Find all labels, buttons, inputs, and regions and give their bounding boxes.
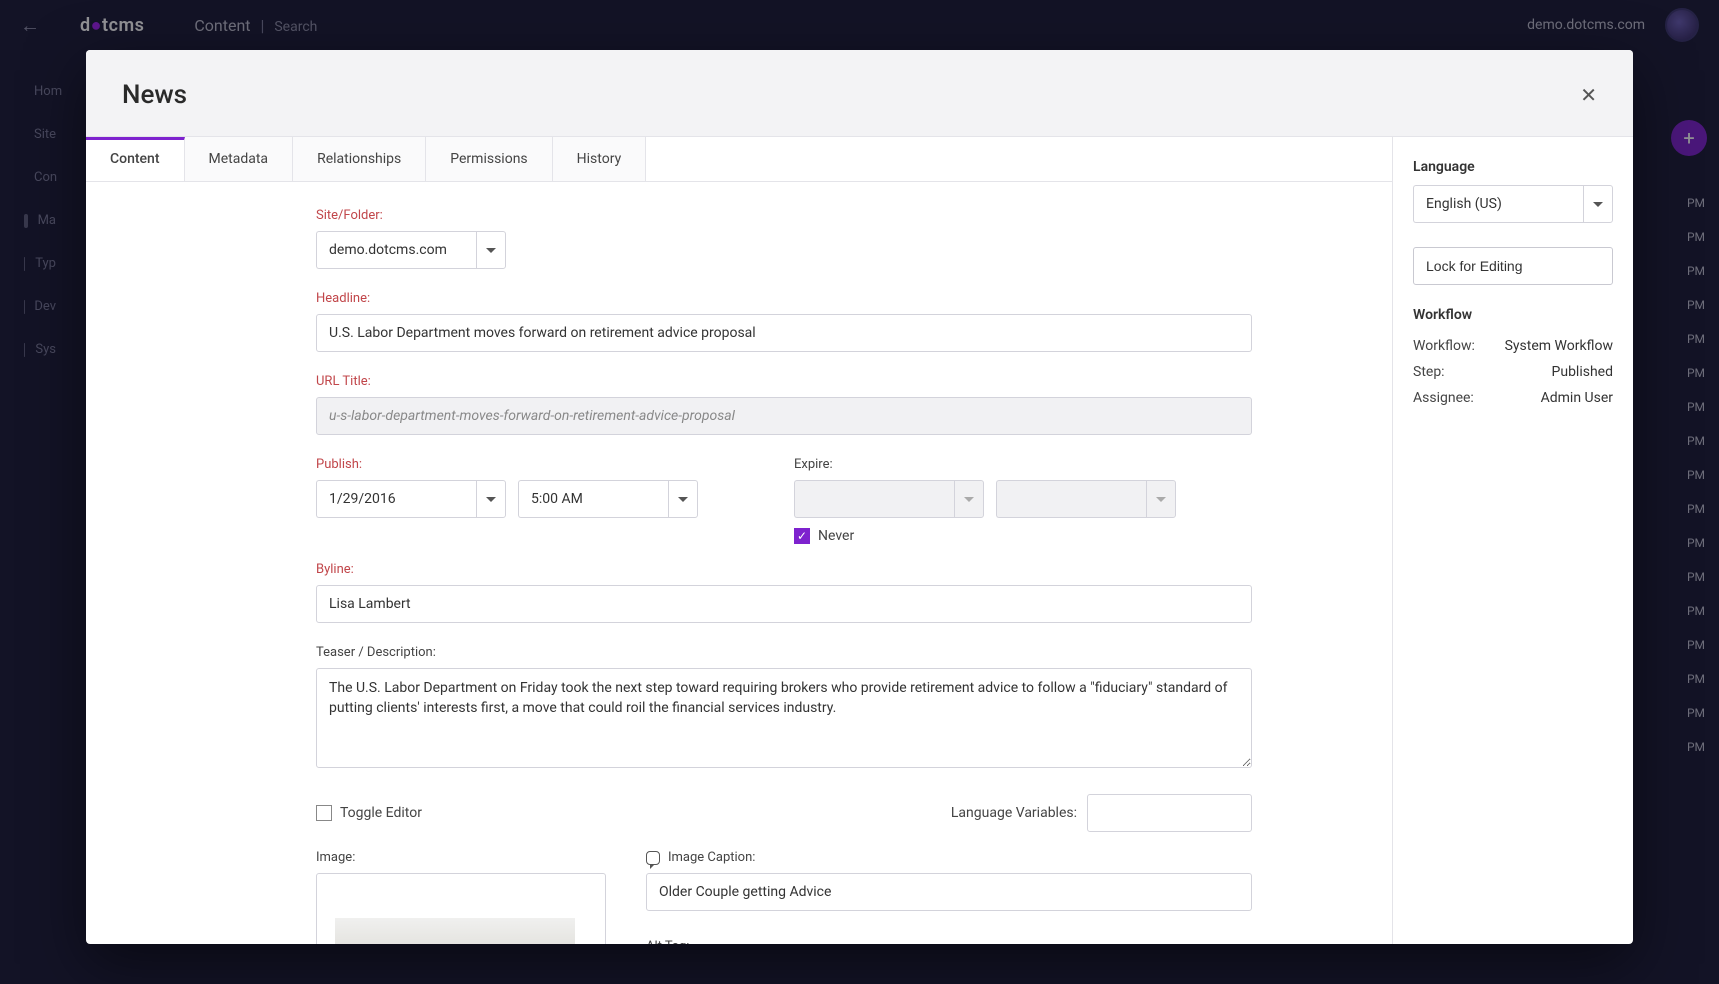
site-folder-select[interactable] xyxy=(316,231,476,269)
chevron-down-icon[interactable] xyxy=(954,480,984,518)
chevron-down-icon[interactable] xyxy=(476,231,506,269)
caption-icon xyxy=(646,851,660,865)
language-heading: Language xyxy=(1413,159,1613,175)
teaser-label: Teaser / Description: xyxy=(316,645,1252,660)
publish-label: Publish: xyxy=(316,457,774,472)
tab-content[interactable]: Content xyxy=(86,137,185,181)
expire-date-input[interactable] xyxy=(794,480,954,518)
tab-relationships[interactable]: Relationships xyxy=(293,137,426,181)
never-label: Never xyxy=(818,528,854,544)
caption-input[interactable] xyxy=(646,873,1252,911)
lang-vars-input[interactable] xyxy=(1087,794,1252,832)
tab-history[interactable]: History xyxy=(553,137,647,181)
chevron-down-icon[interactable] xyxy=(476,480,506,518)
modal-header: News ✕ xyxy=(86,50,1633,137)
alt-label: Alt Tag: xyxy=(646,939,1252,944)
edit-content-modal: News ✕ Content Metadata Relationships Pe… xyxy=(86,50,1633,944)
headline-label: Headline: xyxy=(316,291,1252,306)
close-icon[interactable]: ✕ xyxy=(1580,83,1597,108)
headline-input[interactable] xyxy=(316,314,1252,352)
url-title-label: URL Title: xyxy=(316,374,1252,389)
modal-title: News xyxy=(122,80,187,110)
workflow-row-assignee: Assignee: Admin User xyxy=(1413,385,1613,411)
toggle-editor-label: Toggle Editor xyxy=(340,805,422,821)
chevron-down-icon[interactable] xyxy=(668,480,698,518)
modal-side-panel: Language Lock for Editing Workflow Workf… xyxy=(1393,137,1633,944)
chevron-down-icon[interactable] xyxy=(1583,185,1613,223)
url-title-input[interactable] xyxy=(316,397,1252,435)
workflow-value: System Workflow xyxy=(1505,338,1613,354)
site-folder-label: Site/Folder: xyxy=(316,208,1252,223)
step-value: Published xyxy=(1552,364,1613,380)
form-area: Site/Folder: Headline: URL Title: xyxy=(86,182,1392,944)
publish-date-input[interactable] xyxy=(316,480,476,518)
toggle-editor-row[interactable]: Toggle Editor xyxy=(316,805,422,821)
checkbox-checked-icon[interactable]: ✓ xyxy=(794,528,810,544)
caption-label: Image Caption: xyxy=(668,850,755,865)
assignee-value: Admin User xyxy=(1541,390,1613,406)
byline-input[interactable] xyxy=(316,585,1252,623)
workflow-heading: Workflow xyxy=(1413,307,1613,323)
expire-time-input[interactable] xyxy=(996,480,1146,518)
lock-for-editing-button[interactable]: Lock for Editing xyxy=(1413,247,1613,285)
teaser-textarea[interactable] xyxy=(316,668,1252,768)
modal-tabs: Content Metadata Relationships Permissio… xyxy=(86,137,1392,182)
image-label: Image: xyxy=(316,850,606,865)
workflow-row-workflow: Workflow: System Workflow xyxy=(1413,333,1613,359)
expire-label: Expire: xyxy=(794,457,1252,472)
tab-metadata[interactable]: Metadata xyxy=(185,137,294,181)
lang-vars-label: Language Variables: xyxy=(951,805,1077,821)
byline-label: Byline: xyxy=(316,562,1252,577)
language-select[interactable] xyxy=(1413,185,1583,223)
workflow-key: Workflow: xyxy=(1413,338,1475,354)
expire-never-row[interactable]: ✓ Never xyxy=(794,528,1252,544)
chevron-down-icon[interactable] xyxy=(1146,480,1176,518)
image-preview xyxy=(335,918,575,944)
workflow-row-step: Step: Published xyxy=(1413,359,1613,385)
checkbox-unchecked-icon[interactable] xyxy=(316,805,332,821)
assignee-key: Assignee: xyxy=(1413,390,1474,406)
publish-time-input[interactable] xyxy=(518,480,668,518)
step-key: Step: xyxy=(1413,364,1445,380)
image-picker[interactable] xyxy=(316,873,606,944)
tab-permissions[interactable]: Permissions xyxy=(426,137,552,181)
